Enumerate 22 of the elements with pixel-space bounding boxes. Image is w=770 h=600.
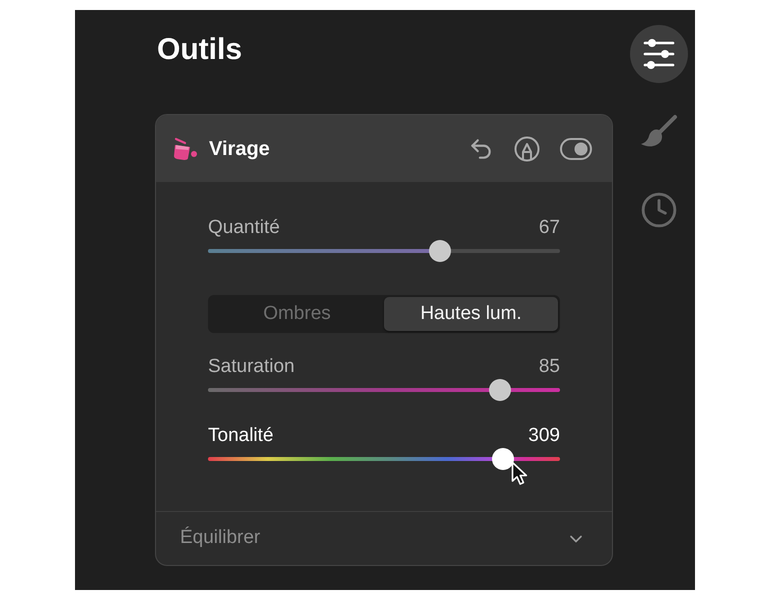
clock-icon	[640, 191, 678, 229]
segment-tab[interactable]: Ombres	[210, 297, 384, 331]
card-title: Virage	[209, 136, 270, 162]
slider-thumb[interactable]	[429, 240, 452, 262]
slider-value: 309	[528, 424, 560, 448]
slider-value: 85	[538, 354, 560, 379]
slider-label: Tonalité	[208, 424, 274, 448]
slider[interactable]	[208, 379, 560, 401]
slider-thumb[interactable]	[492, 448, 514, 470]
slider-thumb[interactable]	[488, 379, 510, 401]
slider-value: 67	[538, 216, 560, 240]
slider[interactable]	[208, 240, 560, 262]
slider-label: Saturation	[208, 354, 295, 379]
panel-heading: Outils	[156, 32, 242, 68]
cursor-icon	[510, 461, 528, 486]
section-toggle[interactable]: Équilibrer	[156, 512, 612, 565]
pen-circle-icon[interactable]	[514, 136, 540, 162]
segment-tab[interactable]: Hautes lum.	[384, 297, 558, 331]
toggle-icon[interactable]	[560, 138, 592, 160]
paint-bucket-icon	[173, 136, 199, 160]
sliders-icon	[642, 38, 676, 70]
slider-label: Quantité	[208, 216, 280, 240]
